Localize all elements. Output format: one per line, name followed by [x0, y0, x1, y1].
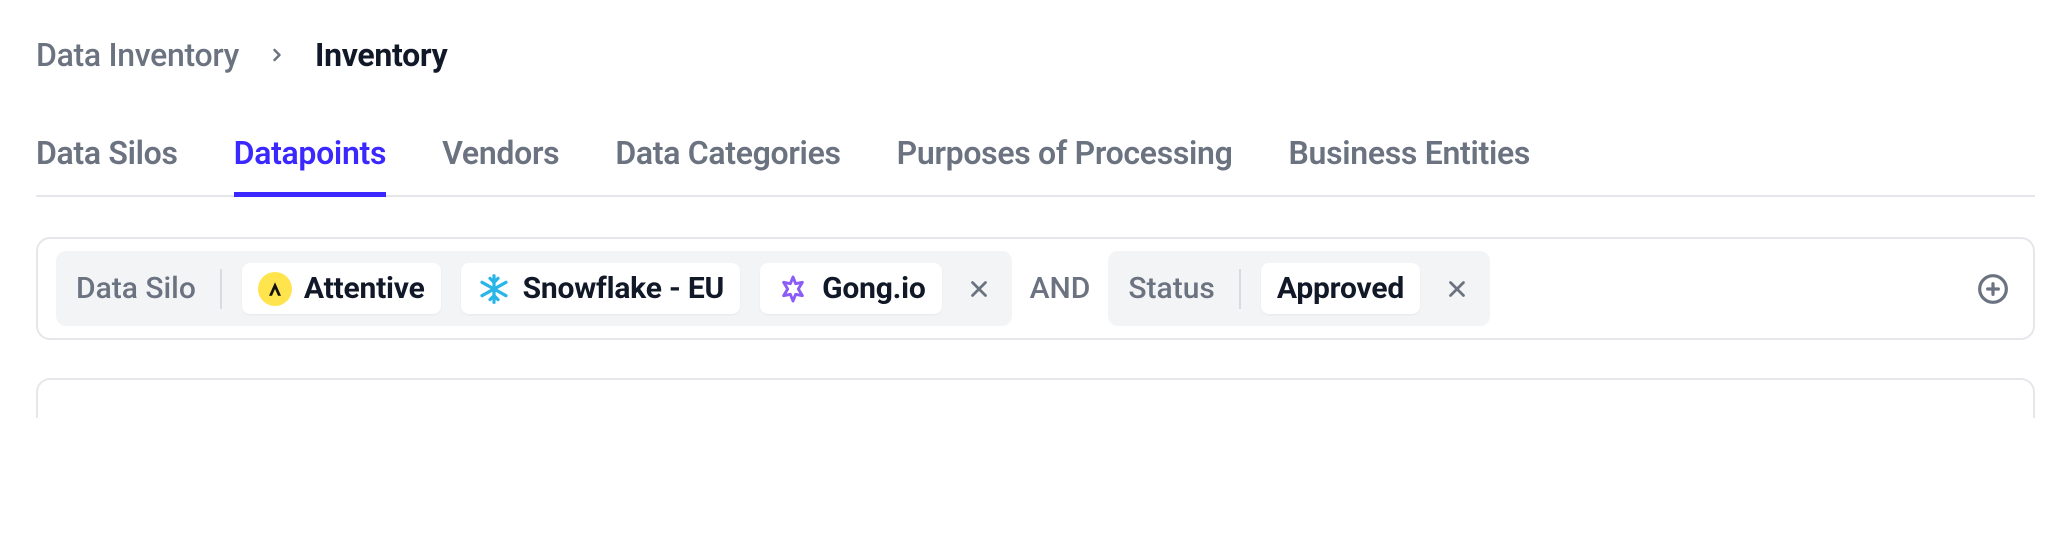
remove-filter-group-icon[interactable] [962, 272, 996, 306]
filter-chip-approved[interactable]: Approved [1261, 263, 1420, 314]
breadcrumb-parent[interactable]: Data Inventory [36, 36, 239, 74]
gong-icon [776, 272, 810, 306]
tab-vendors[interactable]: Vendors [442, 134, 559, 197]
filter-label-data-silo: Data Silo [72, 271, 200, 306]
add-filter-button[interactable] [1971, 267, 2015, 311]
filter-chip-snowflake[interactable]: Snowflake - EU [461, 263, 741, 314]
tabs: Data Silos Datapoints Vendors Data Categ… [36, 134, 2035, 197]
filter-group-data-silo: Data Silo Attentive Snowflake - EU [56, 251, 1012, 326]
chip-text: Attentive [304, 271, 425, 306]
divider [1239, 269, 1241, 309]
tab-data-categories[interactable]: Data Categories [615, 134, 840, 197]
filter-chip-gong[interactable]: Gong.io [760, 263, 942, 314]
tab-business-entities[interactable]: Business Entities [1289, 134, 1531, 197]
remove-filter-group-icon[interactable] [1440, 272, 1474, 306]
filter-operator: AND [1028, 271, 1093, 306]
attentive-icon [258, 272, 292, 306]
breadcrumb: Data Inventory Inventory [36, 36, 2035, 74]
divider [220, 269, 222, 309]
tab-datapoints[interactable]: Datapoints [234, 134, 386, 197]
snowflake-icon [477, 272, 511, 306]
tab-purposes-of-processing[interactable]: Purposes of Processing [897, 134, 1233, 197]
filter-bar: Data Silo Attentive Snowflake - EU [36, 237, 2035, 340]
filter-label-status: Status [1124, 271, 1218, 306]
chip-text: Gong.io [822, 271, 926, 306]
tab-data-silos[interactable]: Data Silos [36, 134, 178, 197]
chevron-right-icon [267, 45, 287, 65]
filter-chip-attentive[interactable]: Attentive [242, 263, 441, 314]
content-panel-top [36, 378, 2035, 418]
breadcrumb-current: Inventory [315, 36, 447, 74]
filter-group-status: Status Approved [1108, 251, 1490, 326]
chip-text: Snowflake - EU [523, 271, 725, 306]
chip-text: Approved [1277, 271, 1404, 306]
